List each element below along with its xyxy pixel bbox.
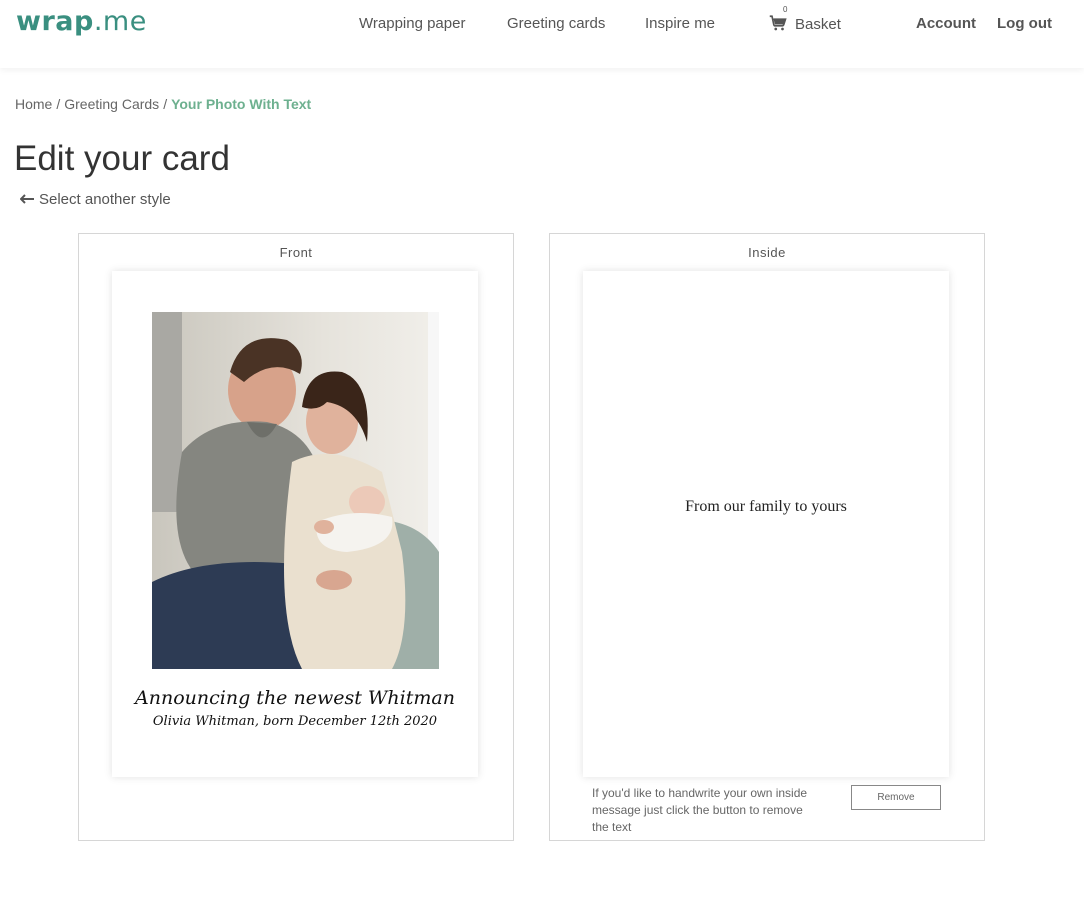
inside-panel: Inside From our family to yours If you'd… bbox=[549, 233, 985, 841]
card-photo[interactable] bbox=[152, 312, 439, 669]
breadcrumb: Home / Greeting Cards / Your Photo With Text bbox=[15, 96, 311, 112]
breadcrumb-separator: / bbox=[56, 96, 61, 112]
wrapme-logo[interactable]: wrap.me bbox=[16, 6, 147, 37]
nav-account[interactable]: Account bbox=[916, 15, 976, 32]
remove-text-button[interactable]: Remove bbox=[851, 785, 941, 810]
front-panel-title: Front bbox=[279, 245, 313, 260]
logo-dot: . bbox=[93, 6, 103, 37]
inside-panel-title: Inside bbox=[748, 245, 786, 260]
inside-message[interactable]: From our family to yours bbox=[583, 498, 949, 516]
family-photo-image bbox=[152, 312, 439, 669]
logo-text-me: me bbox=[102, 6, 147, 37]
inside-card-preview[interactable]: From our family to yours bbox=[583, 271, 949, 777]
site-header: wrap.me Wrapping paper Greeting cards In… bbox=[0, 0, 1084, 68]
remove-text-note: If you'd like to handwrite your own insi… bbox=[592, 786, 808, 834]
page-title: Edit your card bbox=[14, 139, 230, 178]
front-card-preview[interactable]: Announcing the newest Whitman Olivia Whi… bbox=[112, 271, 478, 777]
front-panel: Front Announcing the newest Whitman Oliv… bbox=[78, 233, 514, 841]
breadcrumb-current: Your Photo With Text bbox=[171, 96, 312, 112]
select-another-style-link[interactable]: Select another style bbox=[19, 191, 171, 208]
breadcrumb-greeting-cards[interactable]: Greeting Cards bbox=[64, 96, 159, 112]
back-link-label: Select another style bbox=[39, 191, 171, 208]
breadcrumb-separator: / bbox=[163, 96, 168, 112]
nav-wrapping-paper[interactable]: Wrapping paper bbox=[359, 15, 465, 32]
basket-count-badge: 0 bbox=[783, 5, 788, 14]
card-caption-main[interactable]: Announcing the newest Whitman bbox=[112, 687, 478, 709]
card-caption-sub[interactable]: Olivia Whitman, born December 12th 2020 bbox=[112, 714, 478, 729]
breadcrumb-home[interactable]: Home bbox=[15, 96, 52, 112]
shopping-cart-icon[interactable] bbox=[769, 14, 787, 32]
nav-basket[interactable]: Basket bbox=[795, 16, 841, 33]
nav-log-out[interactable]: Log out bbox=[997, 15, 1052, 32]
nav-greeting-cards[interactable]: Greeting cards bbox=[507, 15, 605, 32]
arrow-left-icon bbox=[19, 191, 35, 208]
logo-text-wrap: wrap bbox=[16, 6, 94, 37]
nav-inspire-me[interactable]: Inspire me bbox=[645, 15, 715, 32]
